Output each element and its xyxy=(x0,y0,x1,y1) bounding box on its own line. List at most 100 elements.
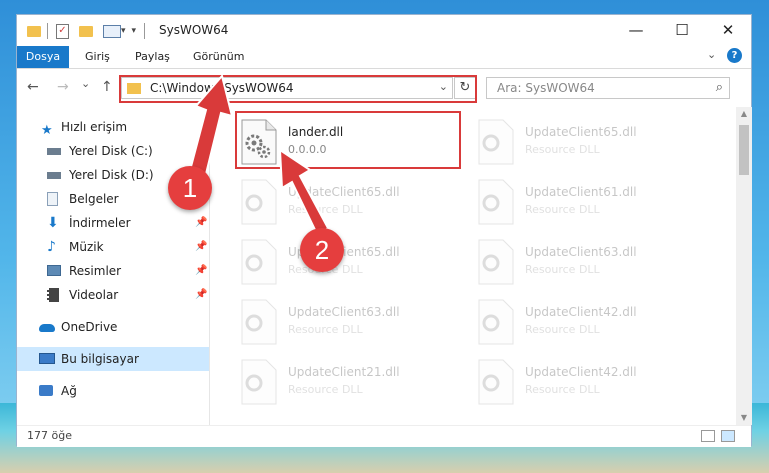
sidebar-item-label: Ağ xyxy=(61,384,77,398)
sidebar-item-label: İndirmeler xyxy=(69,216,131,230)
dll-file-icon xyxy=(241,359,277,405)
large-icons-view-icon[interactable] xyxy=(721,430,735,442)
file-name: UpdateClient42.dll xyxy=(525,365,637,379)
step-marker-2: 2 xyxy=(300,228,344,272)
dll-file-icon xyxy=(241,179,277,225)
details-view-icon[interactable] xyxy=(701,430,715,442)
file-item[interactable]: UpdateClient63.dll Resource DLL xyxy=(475,239,705,293)
documents-icon xyxy=(47,192,58,206)
quick-access-toolbar: ✓ ▾ ▾ xyxy=(27,21,146,41)
sidebar-item-label: OneDrive xyxy=(61,320,118,334)
file-name: UpdateClient21.dll xyxy=(288,365,400,379)
sidebar-item-label: Yerel Disk (D:) xyxy=(69,168,154,182)
tab-paylas[interactable]: Paylaş xyxy=(135,46,170,68)
scroll-up-icon[interactable]: ▲ xyxy=(736,107,752,121)
sidebar-item-this-pc[interactable]: Bu bilgisayar xyxy=(17,347,209,371)
file-item[interactable]: UpdateClient21.dll Resource DLL xyxy=(238,359,468,413)
sidebar-item-local-disk-c[interactable]: Yerel Disk (C:) xyxy=(17,139,209,163)
title-bar: ✓ ▾ ▾ SysWOW64 — ☐ ✕ xyxy=(17,15,751,47)
pin-icon[interactable]: 📌 xyxy=(195,259,207,283)
help-icon[interactable]: ? xyxy=(727,48,742,63)
file-type: Resource DLL xyxy=(525,323,600,336)
folder-icon xyxy=(27,25,41,37)
star-icon: ★ xyxy=(41,123,53,138)
file-type: Resource DLL xyxy=(525,143,600,156)
dll-file-icon xyxy=(478,359,514,405)
network-icon xyxy=(39,385,53,396)
file-name: UpdateClient42.dll xyxy=(525,305,637,319)
properties-check-icon[interactable]: ✓ xyxy=(56,23,69,39)
pin-icon[interactable]: 📌 xyxy=(195,235,207,259)
sidebar-item-onedrive[interactable]: OneDrive xyxy=(17,315,209,339)
drive-icon xyxy=(47,172,61,179)
file-item[interactable]: UpdateClient65.dll Resource DLL xyxy=(238,179,468,233)
sidebar-item-network[interactable]: Ağ xyxy=(17,379,209,403)
sidebar-item-pictures[interactable]: Resimler 📌 xyxy=(17,259,209,283)
properties-icon[interactable] xyxy=(103,24,121,38)
file-item[interactable]: UpdateClient42.dll Resource DLL xyxy=(475,299,705,353)
customize-toolbar-icon[interactable]: ▾ xyxy=(132,26,137,36)
forward-button[interactable]: → xyxy=(57,79,69,95)
close-button[interactable]: ✕ xyxy=(705,15,751,45)
status-bar: 177 öğe xyxy=(17,425,751,447)
dll-file-icon xyxy=(478,299,514,345)
file-item[interactable]: UpdateClient63.dll Resource DLL xyxy=(238,299,468,353)
file-item[interactable]: UpdateClient65.dll Resource DLL xyxy=(475,119,705,173)
sidebar-item-quick-access[interactable]: ★ Hızlı erişim xyxy=(17,115,209,139)
expand-ribbon-icon[interactable]: ⌄ xyxy=(707,48,716,61)
sidebar-item-music[interactable]: ♪ Müzik 📌 xyxy=(17,235,209,259)
pictures-icon xyxy=(47,265,61,276)
search-box[interactable]: Ara: SysWOW64 ⌕ xyxy=(486,77,730,99)
sidebar-item-label: Belgeler xyxy=(69,192,119,206)
file-name: UpdateClient63.dll xyxy=(525,245,637,259)
scrollbar-thumb[interactable] xyxy=(739,125,749,175)
sidebar-item-videos[interactable]: Videolar 📌 xyxy=(17,283,209,307)
pin-icon[interactable]: 📌 xyxy=(195,283,207,307)
file-type: Resource DLL xyxy=(525,203,600,216)
divider xyxy=(144,23,146,39)
vertical-scrollbar[interactable]: ▲ ▼ xyxy=(736,107,752,425)
file-item[interactable]: UpdateClient65.dll Resource DLL xyxy=(238,239,468,293)
sidebar-item-label: Bu bilgisayar xyxy=(61,352,139,366)
search-input[interactable]: Ara: SysWOW64 xyxy=(497,81,595,95)
computer-icon xyxy=(39,353,55,364)
download-icon: ⬇ xyxy=(47,215,59,231)
sidebar-item-label: Müzik xyxy=(69,240,104,254)
file-item[interactable]: UpdateClient61.dll Resource DLL xyxy=(475,179,705,233)
tab-giris[interactable]: Giriş xyxy=(85,46,110,68)
dll-file-icon xyxy=(241,239,277,285)
window-title: SysWOW64 xyxy=(159,23,229,37)
file-type: Resource DLL xyxy=(288,323,363,336)
music-icon: ♪ xyxy=(47,239,56,255)
dll-file-icon xyxy=(241,299,277,345)
up-button[interactable]: ↑ xyxy=(101,79,113,95)
videos-icon xyxy=(47,288,59,302)
step-marker-1: 1 xyxy=(168,166,212,210)
pin-icon[interactable]: 📌 xyxy=(195,211,207,235)
maximize-button[interactable]: ☐ xyxy=(659,15,705,45)
drive-icon xyxy=(47,148,61,155)
dll-file-icon xyxy=(478,179,514,225)
sidebar-item-label: Hızlı erişim xyxy=(61,120,128,134)
file-name: UpdateClient61.dll xyxy=(525,185,637,199)
tab-gorunum[interactable]: Görünüm xyxy=(193,46,244,68)
address-highlight-box xyxy=(119,75,477,103)
file-name: UpdateClient65.dll xyxy=(525,125,637,139)
file-type: Resource DLL xyxy=(288,383,363,396)
recent-locations-button[interactable]: ⌄ xyxy=(81,77,90,90)
sidebar-item-downloads[interactable]: ⬇ İndirmeler 📌 xyxy=(17,211,209,235)
file-type: Resource DLL xyxy=(525,383,600,396)
file-type: Resource DLL xyxy=(288,203,363,216)
file-type: Resource DLL xyxy=(525,263,600,276)
file-highlight-box xyxy=(235,111,461,169)
back-button[interactable]: ← xyxy=(27,79,39,95)
new-folder-icon[interactable] xyxy=(79,25,93,37)
tab-dosya[interactable]: Dosya xyxy=(17,46,69,68)
ribbon-tabs: Dosya Giriş Paylaş Görünüm ⌄ ? xyxy=(17,46,751,69)
minimize-button[interactable]: — xyxy=(613,15,659,45)
chevron-down-icon[interactable]: ▾ xyxy=(121,26,126,36)
cloud-icon xyxy=(39,324,55,332)
scroll-down-icon[interactable]: ▼ xyxy=(736,411,752,425)
file-item[interactable]: UpdateClient42.dll Resource DLL xyxy=(475,359,705,413)
dll-file-icon xyxy=(478,119,514,165)
